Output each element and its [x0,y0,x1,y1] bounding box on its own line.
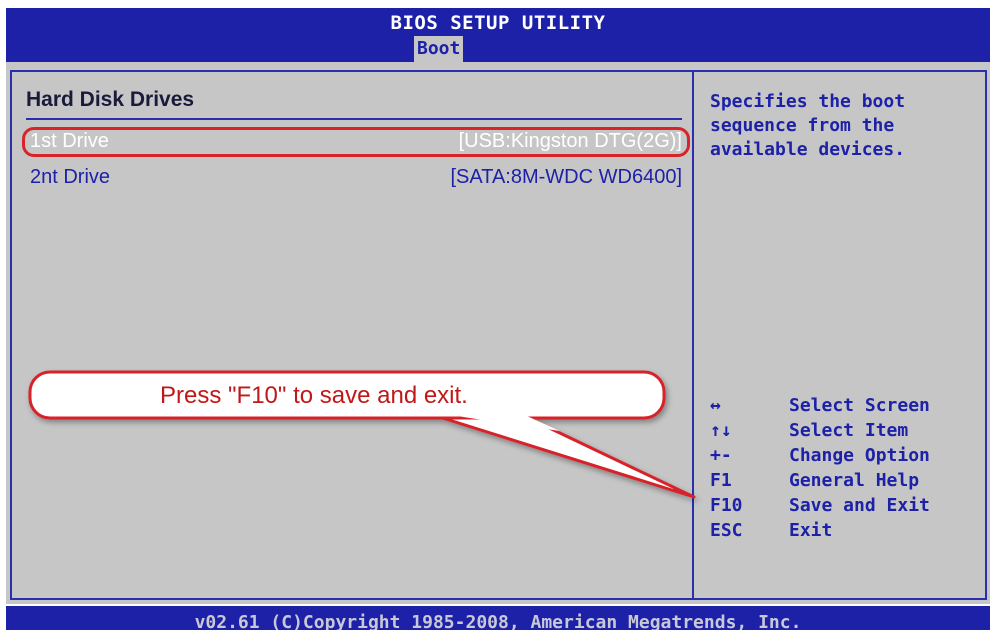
callout-text: Press "F10" to save and exit. [160,382,468,409]
copyright-text: v02.61 (C)Copyright 1985-2008, American … [194,612,802,630]
callout-bubble [28,370,696,499]
footer-bar: v02.61 (C)Copyright 1985-2008, American … [6,606,990,630]
bios-screen: BIOS SETUP UTILITY Boot Hard Disk Drives… [0,0,995,630]
